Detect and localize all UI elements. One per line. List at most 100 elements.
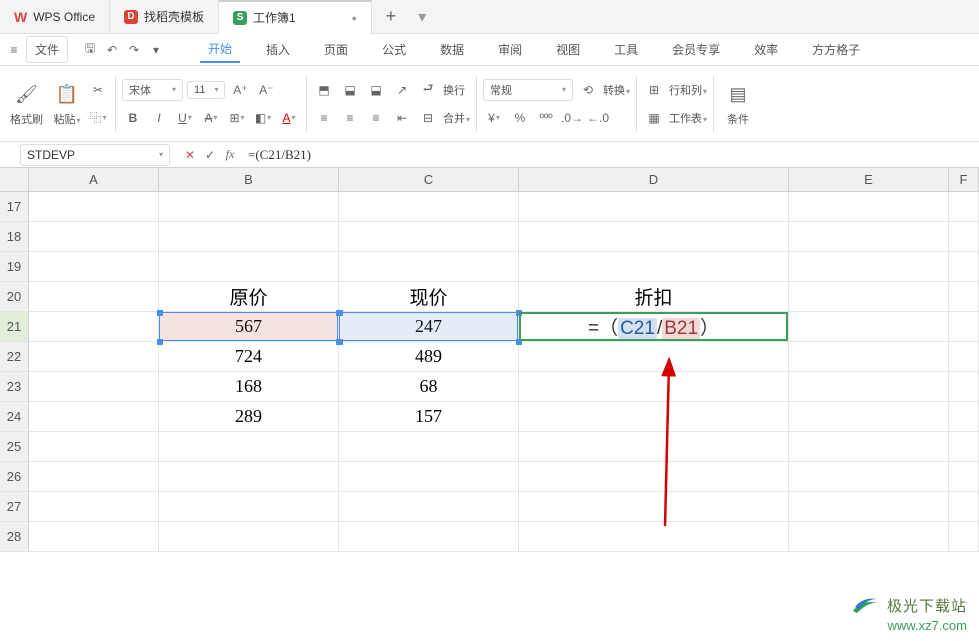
undo-icon[interactable]: ↶ — [102, 40, 122, 60]
column-header-e[interactable]: E — [789, 168, 949, 192]
menu-file[interactable]: 文件 — [26, 36, 68, 63]
cell-a19[interactable] — [29, 252, 159, 282]
increase-font-button[interactable]: A⁺ — [229, 79, 251, 101]
menu-start[interactable]: 开始 — [200, 36, 240, 63]
merge-button[interactable]: ⊟ — [417, 107, 439, 129]
cell-c26[interactable] — [339, 462, 519, 492]
column-header-f[interactable]: F — [949, 168, 979, 192]
menu-view[interactable]: 视图 — [548, 37, 588, 62]
align-top-button[interactable]: ⬒ — [313, 79, 335, 101]
cell-b28[interactable] — [159, 522, 339, 552]
cell-c17[interactable] — [339, 192, 519, 222]
menu-insert[interactable]: 插入 — [258, 37, 298, 62]
cell-c23[interactable]: 68 — [339, 372, 519, 402]
menu-review[interactable]: 审阅 — [490, 37, 530, 62]
cell-e23[interactable] — [789, 372, 949, 402]
cell-b27[interactable] — [159, 492, 339, 522]
template-tab[interactable]: D 找稻壳模板 — [110, 0, 219, 34]
column-header-d[interactable]: D — [519, 168, 789, 192]
new-tab-button[interactable]: + — [372, 6, 411, 27]
tab-menu-button[interactable]: ▾ — [410, 7, 434, 27]
cell-c21[interactable]: 247 — [339, 312, 519, 342]
redo-icon[interactable]: ↷ — [124, 40, 144, 60]
decrease-font-button[interactable]: A⁻ — [255, 79, 277, 101]
cell-a24[interactable] — [29, 402, 159, 432]
cell-b20[interactable]: 原价 — [159, 282, 339, 312]
cell-b23[interactable]: 168 — [159, 372, 339, 402]
cell-e26[interactable] — [789, 462, 949, 492]
font-color-button[interactable]: A▾ — [278, 107, 300, 129]
wrap-text-button[interactable]: ⮐ — [417, 79, 439, 101]
cell-f19[interactable] — [949, 252, 979, 282]
cell-e20[interactable] — [789, 282, 949, 312]
cell-d20[interactable]: 折扣 — [519, 282, 789, 312]
cell-e18[interactable] — [789, 222, 949, 252]
align-center-button[interactable]: ≡ — [339, 107, 361, 129]
cell-e17[interactable] — [789, 192, 949, 222]
fx-button[interactable]: fx — [220, 147, 240, 162]
column-header-b[interactable]: B — [159, 168, 339, 192]
increase-decimal-button[interactable]: .0→ — [561, 107, 583, 129]
cell-f25[interactable] — [949, 432, 979, 462]
cell-a22[interactable] — [29, 342, 159, 372]
rowcol-button[interactable]: ⊞ 行和列▾ — [643, 79, 707, 101]
cell-b17[interactable] — [159, 192, 339, 222]
cell-b21[interactable]: 567 — [159, 312, 339, 342]
paste-button[interactable]: 📋 粘贴▾ — [49, 79, 85, 129]
cell-a18[interactable] — [29, 222, 159, 252]
row-header-24[interactable]: 24 — [0, 402, 29, 432]
formula-confirm-button[interactable]: ✓ — [200, 148, 220, 162]
cell-d19[interactable] — [519, 252, 789, 282]
cell-b18[interactable] — [159, 222, 339, 252]
menu-squaregrid[interactable]: 方方格子 — [804, 37, 868, 62]
column-header-c[interactable]: C — [339, 168, 519, 192]
row-header-22[interactable]: 22 — [0, 342, 29, 372]
align-middle-button[interactable]: ⬓ — [339, 79, 361, 101]
cell-d26[interactable] — [519, 462, 789, 492]
cell-a17[interactable] — [29, 192, 159, 222]
bold-button[interactable]: B — [122, 107, 144, 129]
formula-input[interactable]: =(C21/B21) — [240, 147, 979, 163]
cell-c19[interactable] — [339, 252, 519, 282]
menu-data[interactable]: 数据 — [432, 37, 472, 62]
cell-c20[interactable]: 现价 — [339, 282, 519, 312]
formula-cancel-button[interactable]: ✕ — [180, 148, 200, 162]
menu-page[interactable]: 页面 — [316, 37, 356, 62]
cell-e28[interactable] — [789, 522, 949, 552]
currency-button[interactable]: ¥▾ — [483, 107, 505, 129]
align-bottom-button[interactable]: ⬓ — [365, 79, 387, 101]
cell-d27[interactable] — [519, 492, 789, 522]
row-header-25[interactable]: 25 — [0, 432, 29, 462]
row-header-21[interactable]: 21 — [0, 312, 29, 342]
row-header-23[interactable]: 23 — [0, 372, 29, 402]
menu-formula[interactable]: 公式 — [374, 37, 414, 62]
format-painter-button[interactable]: 🖌 格式刷 — [6, 79, 47, 129]
row-header-19[interactable]: 19 — [0, 252, 29, 282]
cell-c28[interactable] — [339, 522, 519, 552]
italic-button[interactable]: I — [148, 107, 170, 129]
cell-c25[interactable] — [339, 432, 519, 462]
cell-c27[interactable] — [339, 492, 519, 522]
cell-f27[interactable] — [949, 492, 979, 522]
cell-d21[interactable]: =（C21/B21） — [519, 312, 789, 342]
cell-e25[interactable] — [789, 432, 949, 462]
cell-d24[interactable] — [519, 402, 789, 432]
cell-e19[interactable] — [789, 252, 949, 282]
cell-f21[interactable] — [949, 312, 979, 342]
cut-button[interactable]: ✂ — [87, 79, 109, 101]
cell-d25[interactable] — [519, 432, 789, 462]
cell-f28[interactable] — [949, 522, 979, 552]
workbook-tab[interactable]: S 工作簿1 • — [219, 0, 372, 34]
cell-b25[interactable] — [159, 432, 339, 462]
cell-a20[interactable] — [29, 282, 159, 312]
decrease-decimal-button[interactable]: ←.0 — [587, 107, 609, 129]
save-icon[interactable]: 🖫 — [80, 40, 100, 60]
cell-f24[interactable] — [949, 402, 979, 432]
app-tab[interactable]: W WPS Office — [0, 0, 110, 34]
cell-b22[interactable]: 724 — [159, 342, 339, 372]
row-header-26[interactable]: 26 — [0, 462, 29, 492]
row-header-17[interactable]: 17 — [0, 192, 29, 222]
cell-e24[interactable] — [789, 402, 949, 432]
cell-e27[interactable] — [789, 492, 949, 522]
number-format-select[interactable]: 常规▾ — [483, 79, 573, 101]
